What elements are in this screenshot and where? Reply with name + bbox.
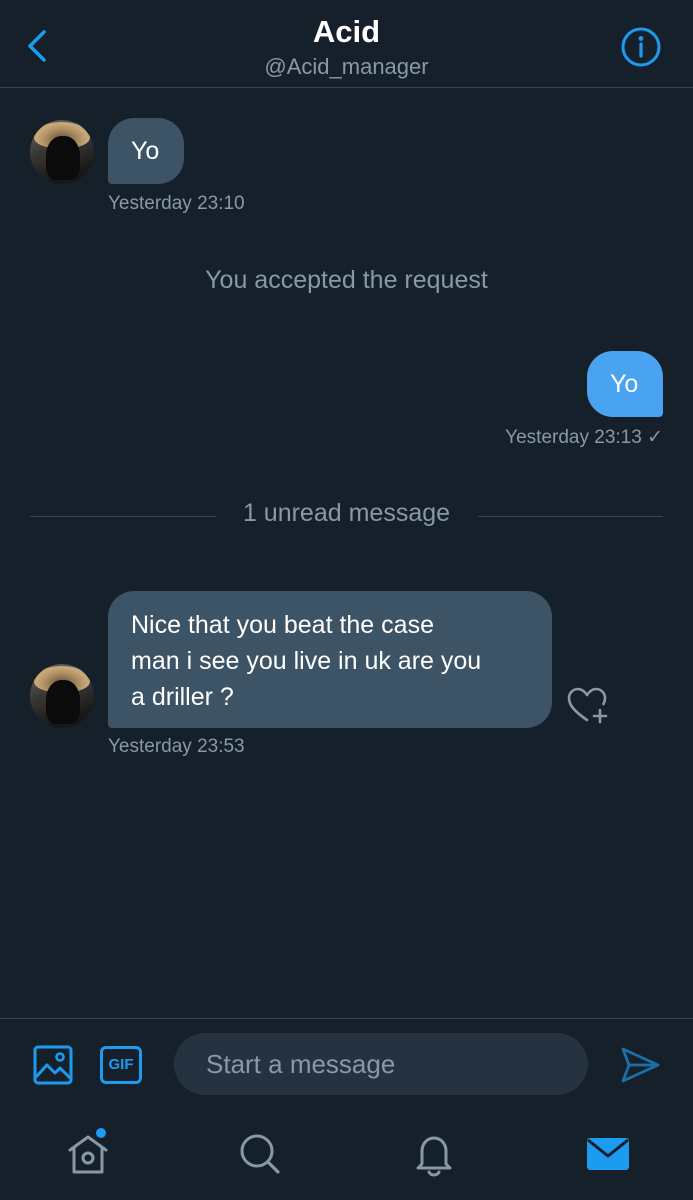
unread-indicator-dot xyxy=(96,1128,106,1138)
avatar-jacket xyxy=(46,680,80,724)
tab-home[interactable] xyxy=(64,1130,112,1178)
bell-icon xyxy=(416,1136,452,1177)
system-message: You accepted the request xyxy=(205,266,488,294)
gif-button[interactable]: GIF xyxy=(100,1046,142,1084)
message-text: Yo xyxy=(610,370,639,398)
message-timestamp: Yesterday 23:53 xyxy=(108,736,245,757)
unread-divider-label: 1 unread message xyxy=(242,499,451,527)
conversation-title[interactable]: Acid xyxy=(0,14,693,50)
outgoing-message-bubble[interactable]: Yo xyxy=(587,351,663,417)
send-button[interactable] xyxy=(618,1043,662,1087)
incoming-message-bubble[interactable]: Nice that you beat the case man i see yo… xyxy=(108,591,552,728)
avatar[interactable] xyxy=(30,664,94,728)
conversation-handle: @Acid_manager xyxy=(264,54,429,79)
message-text-line: man i see you live in uk are you xyxy=(131,647,482,675)
heart-plus-icon xyxy=(567,687,608,724)
send-icon xyxy=(621,1047,660,1083)
message-text: Yo xyxy=(131,137,160,165)
conversation-header: Acid @Acid_manager xyxy=(0,0,693,88)
react-button[interactable] xyxy=(566,686,610,726)
image-icon xyxy=(33,1045,73,1085)
info-icon xyxy=(621,27,661,67)
incoming-message-bubble[interactable]: Yo xyxy=(108,118,184,184)
search-icon xyxy=(240,1134,280,1174)
avatar-jacket xyxy=(46,136,80,180)
home-icon xyxy=(68,1135,108,1174)
avatar[interactable] xyxy=(30,120,94,184)
mail-icon xyxy=(587,1138,629,1170)
dm-screen: Acid @Acid_manager Yo Yesterday 23:10 Yo… xyxy=(0,0,693,1200)
message-timestamp: Yesterday 23:13 ✓ xyxy=(505,427,663,448)
message-text-line: Nice that you beat the case xyxy=(131,611,434,639)
message-text-line: a driller ? xyxy=(131,683,234,711)
tab-messages[interactable] xyxy=(584,1130,632,1178)
message-timestamp: Yesterday 23:10 xyxy=(108,193,245,214)
tab-notifications[interactable] xyxy=(410,1130,458,1178)
add-media-button[interactable] xyxy=(32,1044,74,1086)
info-button[interactable] xyxy=(620,26,662,68)
message-input[interactable] xyxy=(174,1033,588,1095)
tab-search[interactable] xyxy=(236,1130,284,1178)
